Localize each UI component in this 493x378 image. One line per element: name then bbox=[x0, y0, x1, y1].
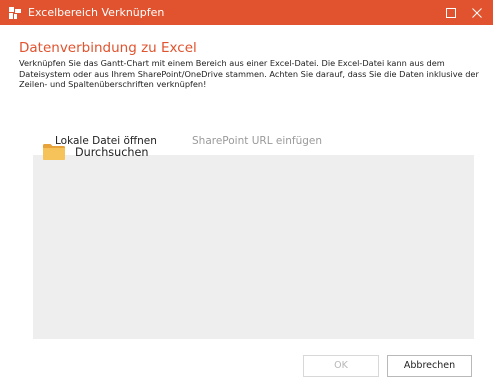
folder-icon bbox=[43, 144, 65, 160]
tab-sharepoint-url[interactable]: SharePoint URL einfügen bbox=[192, 131, 322, 151]
title-bar: Excelbereich Verknüpfen bbox=[0, 0, 493, 25]
dialog-description: Verknüpfen Sie das Gantt-Chart mit einem… bbox=[19, 58, 479, 89]
ok-button[interactable]: OK bbox=[303, 355, 379, 377]
app-logo-icon bbox=[8, 6, 22, 20]
maximize-icon[interactable] bbox=[439, 0, 463, 25]
browse-label: Durchsuchen bbox=[75, 145, 149, 159]
close-icon[interactable] bbox=[465, 0, 489, 25]
browse-button[interactable]: Durchsuchen bbox=[43, 141, 148, 163]
dialog-heading: Datenverbindung zu Excel bbox=[19, 40, 197, 56]
cancel-button[interactable]: Abbrechen bbox=[387, 355, 472, 377]
window-title: Excelbereich Verknüpfen bbox=[28, 6, 165, 19]
